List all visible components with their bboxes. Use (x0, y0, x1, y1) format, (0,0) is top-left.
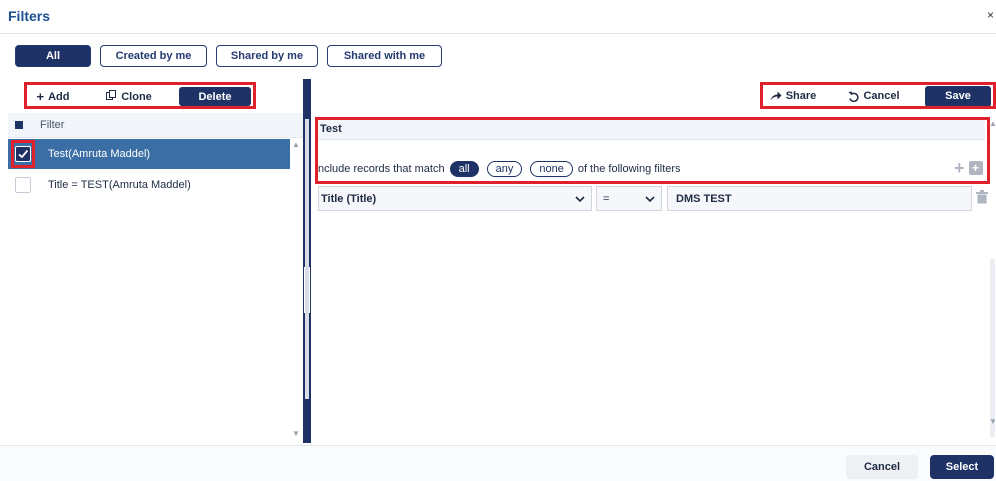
list-scrollbar[interactable]: ▲ ▼ (290, 138, 303, 438)
editor-scrollbar[interactable]: ▲ ▼ (989, 119, 996, 445)
panel-splitter[interactable] (303, 79, 311, 443)
editor-toolbar: Share Cancel Save (763, 85, 991, 107)
splitter-track (305, 119, 309, 399)
scroll-up-icon[interactable]: ▲ (292, 140, 300, 149)
add-condition-controls: + + (954, 159, 983, 177)
cancel-button[interactable]: Cancel (846, 455, 918, 479)
match-mode-row: nclude records that match all any none o… (318, 160, 681, 178)
field-select-value: Title (Title) (321, 192, 377, 205)
match-prefix-text: nclude records that match (318, 163, 445, 175)
select-all-checkbox[interactable] (15, 121, 23, 129)
condition-row: Title (Title) = DMS TEST (318, 186, 988, 211)
close-icon[interactable]: × (987, 8, 994, 22)
field-select[interactable]: Title (Title) (318, 186, 592, 211)
plus-icon: + (36, 88, 45, 104)
delete-button[interactable]: Delete (179, 87, 251, 106)
filter-scope-tabs: All Created by me Shared by me Shared wi… (15, 45, 442, 67)
list-item[interactable]: Title = TEST(Amruta Maddel) (8, 170, 290, 200)
clone-button[interactable]: Clone (79, 87, 179, 106)
match-all-toggle[interactable]: all (449, 161, 479, 177)
list-toolbar: + Add Clone Delete (27, 86, 253, 107)
match-none-toggle[interactable]: none (530, 161, 573, 177)
list-item-label: Test(Amruta Maddel) (48, 148, 151, 160)
chevron-down-icon (575, 194, 585, 204)
list-item[interactable]: Test(Amruta Maddel) (8, 139, 290, 169)
row-checkbox[interactable] (15, 177, 31, 193)
select-button[interactable]: Select (930, 455, 994, 479)
add-group-icon[interactable]: + (968, 161, 983, 175)
operator-select[interactable]: = (596, 186, 662, 211)
tab-shared-with-me[interactable]: Shared with me (327, 45, 442, 67)
cancel-edit-label: Cancel (863, 90, 900, 102)
dialog-title-bar: Filters × (0, 0, 996, 34)
checkmark-icon (18, 149, 29, 159)
cancel-edit-button[interactable]: Cancel (823, 87, 925, 106)
list-header-label: Filter (40, 119, 65, 131)
chevron-down-icon (645, 194, 655, 204)
row-checkbox[interactable] (15, 146, 31, 162)
share-icon (770, 91, 782, 101)
filter-name: Test (318, 119, 985, 140)
save-button[interactable]: Save (925, 85, 991, 107)
add-button-label: Add (48, 90, 70, 103)
scroll-down-icon[interactable]: ▼ (292, 429, 300, 438)
copy-icon (106, 89, 117, 104)
share-button[interactable]: Share (763, 87, 823, 106)
scrollbar-thumb[interactable] (990, 259, 995, 437)
list-header: Filter (8, 113, 303, 138)
scroll-down-icon[interactable]: ▼ (989, 417, 996, 426)
operator-select-value: = (603, 192, 610, 205)
filter-editor: Test nclude records that match all any n… (318, 119, 989, 445)
add-condition-icon[interactable]: + (954, 159, 965, 177)
dialog-title: Filters (8, 8, 51, 24)
tab-created-by-me[interactable]: Created by me (100, 45, 207, 67)
scroll-up-icon[interactable]: ▲ (989, 119, 996, 128)
undo-icon (848, 91, 860, 102)
dialog-footer: Cancel Select (0, 445, 996, 481)
clone-button-label: Clone (121, 90, 152, 103)
value-input[interactable]: DMS TEST (667, 186, 972, 211)
match-suffix-text: of the following filters (577, 163, 681, 175)
splitter-grip-icon[interactable] (304, 267, 310, 313)
match-any-toggle[interactable]: any (486, 161, 523, 177)
add-button[interactable]: + Add (27, 87, 79, 106)
tab-shared-by-me[interactable]: Shared by me (216, 45, 318, 67)
tab-all[interactable]: All (15, 45, 91, 67)
list-item-label: Title = TEST(Amruta Maddel) (48, 179, 191, 191)
trash-icon[interactable] (976, 190, 988, 207)
share-button-label: Share (785, 90, 817, 102)
